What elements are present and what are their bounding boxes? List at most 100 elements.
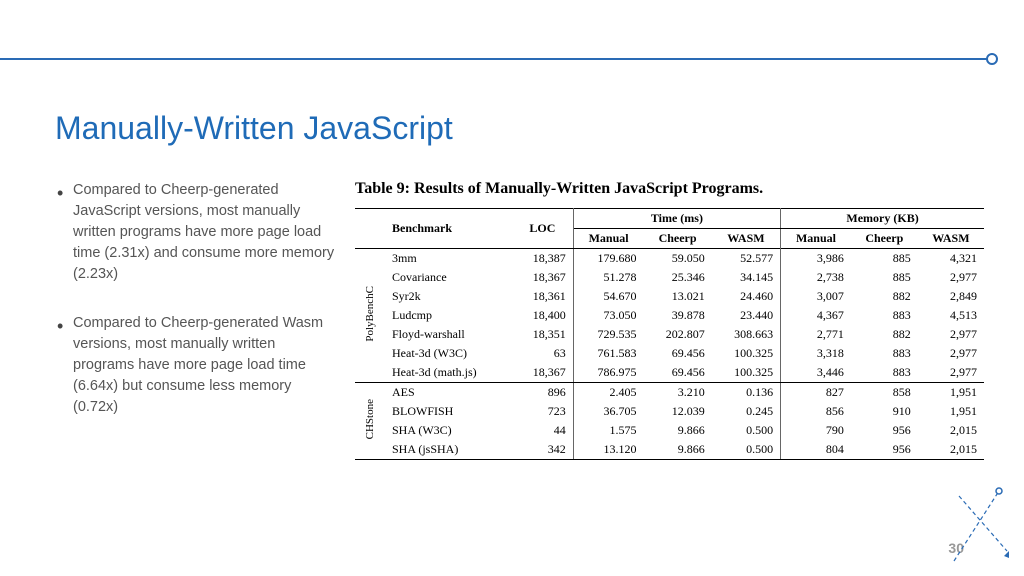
table-cell: 25.346 (643, 268, 711, 287)
col-time: Time (ms) (573, 209, 780, 229)
table-cell: 34.145 (712, 268, 781, 287)
table-cell: 882 (851, 325, 918, 344)
table-cell: BLOWFISH (385, 402, 512, 421)
table-cell: SHA (W3C) (385, 421, 512, 440)
table-cell: 18,361 (512, 287, 573, 306)
col-time-manual: Manual (573, 229, 643, 249)
table-row: Heat-3d (math.js)18,367786.97569.456100.… (355, 363, 984, 383)
table-cell: 2,849 (918, 287, 984, 306)
table-cell: 790 (781, 421, 851, 440)
table-cell: 18,351 (512, 325, 573, 344)
table-cell: 18,400 (512, 306, 573, 325)
table-cell: 2.405 (573, 383, 643, 403)
header-rule (0, 58, 990, 60)
table-row: Heat-3d (W3C)63761.58369.456100.3253,318… (355, 344, 984, 363)
table-cell: 12.039 (643, 402, 711, 421)
table-cell: 13.120 (573, 440, 643, 460)
table-cell: 63 (512, 344, 573, 363)
table-cell: 4,367 (781, 306, 851, 325)
page-title: Manually-Written JavaScript (55, 110, 453, 147)
table-caption: Table 9: Results of Manually-Written Jav… (355, 180, 984, 198)
table-cell: 2,771 (781, 325, 851, 344)
table-cell: 100.325 (712, 344, 781, 363)
table-cell: 883 (851, 344, 918, 363)
table-cell: 885 (851, 268, 918, 287)
table-cell: 100.325 (712, 363, 781, 383)
table-cell: 9.866 (643, 440, 711, 460)
col-benchmark: Benchmark (385, 209, 512, 249)
table-cell: 18,367 (512, 268, 573, 287)
table-cell: 0.500 (712, 421, 781, 440)
col-memory: Memory (KB) (781, 209, 984, 229)
table-cell: 2,015 (918, 440, 984, 460)
table-row: Syr2k18,36154.67013.02124.4603,0078822,8… (355, 287, 984, 306)
group-label: PolyBenchC (355, 249, 385, 383)
col-mem-manual: Manual (781, 229, 851, 249)
table-row: BLOWFISH72336.70512.0390.2458569101,951 (355, 402, 984, 421)
table-cell: 882 (851, 287, 918, 306)
table-cell: 4,321 (918, 249, 984, 269)
table-cell: Floyd-warshall (385, 325, 512, 344)
table-cell: 9.866 (643, 421, 711, 440)
table-cell: 856 (781, 402, 851, 421)
table-cell: 1.575 (573, 421, 643, 440)
table-cell: 23.440 (712, 306, 781, 325)
table-cell: 2,977 (918, 268, 984, 287)
table-cell: 883 (851, 306, 918, 325)
table-row: SHA (W3C)441.5759.8660.5007909562,015 (355, 421, 984, 440)
table-cell: 73.050 (573, 306, 643, 325)
table-cell: Syr2k (385, 287, 512, 306)
table-cell: 2,977 (918, 363, 984, 383)
table-cell: 3,007 (781, 287, 851, 306)
table-cell: 39.878 (643, 306, 711, 325)
table-cell: 883 (851, 363, 918, 383)
col-time-wasm: WASM (712, 229, 781, 249)
table-cell: 910 (851, 402, 918, 421)
table-cell: 3mm (385, 249, 512, 269)
table-row: Floyd-warshall18,351729.535202.807308.66… (355, 325, 984, 344)
table-cell: Heat-3d (W3C) (385, 344, 512, 363)
bullet-item: Compared to Cheerp-generated JavaScript … (73, 180, 335, 285)
table-cell: 179.680 (573, 249, 643, 269)
group-label: CHStone (355, 383, 385, 460)
table-cell: AES (385, 383, 512, 403)
table-cell: 24.460 (712, 287, 781, 306)
table-cell: 18,367 (512, 363, 573, 383)
table-cell: 2,015 (918, 421, 984, 440)
table-cell: 786.975 (573, 363, 643, 383)
table-cell: 896 (512, 383, 573, 403)
table-row: SHA (jsSHA)34213.1209.8660.5008049562,01… (355, 440, 984, 460)
bullet-item: Compared to Cheerp-generated Wasm versio… (73, 313, 335, 418)
header-rule-circle-icon (986, 53, 998, 65)
table-cell: 18,387 (512, 249, 573, 269)
table-cell: 0.136 (712, 383, 781, 403)
table-cell: 3,318 (781, 344, 851, 363)
table-cell: 69.456 (643, 344, 711, 363)
table-cell: 2,977 (918, 344, 984, 363)
table-cell: 342 (512, 440, 573, 460)
table-cell: 54.670 (573, 287, 643, 306)
content-area: Compared to Cheerp-generated JavaScript … (55, 180, 984, 460)
table-cell: 44 (512, 421, 573, 440)
corner-decoration-icon (949, 486, 1009, 566)
table-cell: 51.278 (573, 268, 643, 287)
table-cell: 3,446 (781, 363, 851, 383)
table-cell: 827 (781, 383, 851, 403)
table-cell: 723 (512, 402, 573, 421)
table-cell: 3.210 (643, 383, 711, 403)
table-cell: 956 (851, 421, 918, 440)
table-cell: 885 (851, 249, 918, 269)
table-cell: 2,738 (781, 268, 851, 287)
results-table: Benchmark LOC Time (ms) Memory (KB) Manu… (355, 208, 984, 460)
table-row: CHStoneAES8962.4053.2100.1368278581,951 (355, 383, 984, 403)
table-cell: 308.663 (712, 325, 781, 344)
col-mem-cheerp: Cheerp (851, 229, 918, 249)
table-row: PolyBenchC3mm18,387179.68059.05052.5773,… (355, 249, 984, 269)
col-time-cheerp: Cheerp (643, 229, 711, 249)
table-cell: 36.705 (573, 402, 643, 421)
table-cell: 729.535 (573, 325, 643, 344)
bullet-column: Compared to Cheerp-generated JavaScript … (55, 180, 335, 460)
table-cell: 52.577 (712, 249, 781, 269)
table-cell: 761.583 (573, 344, 643, 363)
table-cell: 69.456 (643, 363, 711, 383)
